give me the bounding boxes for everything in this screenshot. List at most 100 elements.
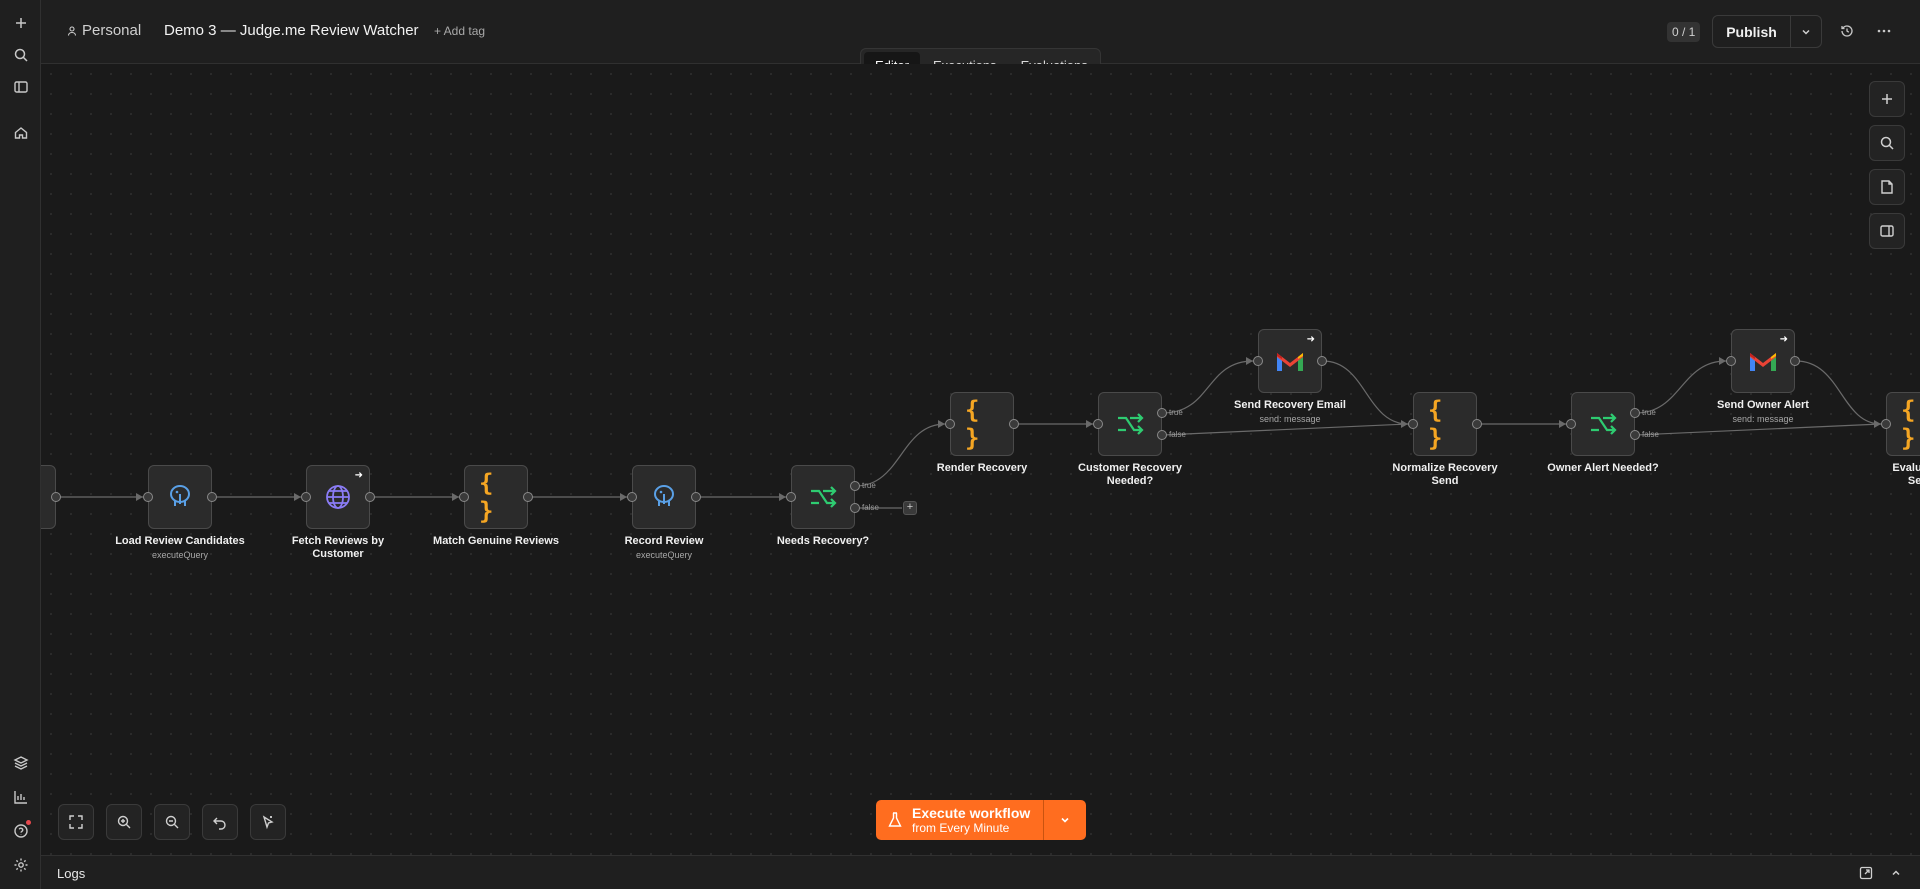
more-options-icon[interactable] — [1875, 22, 1893, 40]
output-port[interactable] — [1472, 419, 1482, 429]
branch-label-true: true — [1642, 408, 1656, 417]
node-send-owner-alert[interactable]: ➜ — [1726, 329, 1800, 393]
logs-panel-bar[interactable]: Logs — [41, 855, 1920, 889]
publish-button-group: Publish — [1712, 15, 1822, 48]
workflow-title[interactable]: Demo 3 — Judge.me Review Watcher — [164, 22, 419, 39]
templates-icon[interactable] — [8, 750, 33, 775]
chevron-up-icon[interactable] — [1890, 866, 1902, 884]
output-port-true[interactable] — [850, 481, 860, 491]
input-port[interactable] — [1566, 419, 1576, 429]
tidy-up-button[interactable] — [250, 804, 286, 840]
node-render-recovery[interactable]: { } — [945, 392, 1019, 456]
output-port[interactable] — [365, 492, 375, 502]
input-port[interactable] — [1253, 356, 1263, 366]
node-evaluate-label: Evaluate I Sen — [1848, 462, 1920, 488]
arrow-right-icon: ➜ — [354, 470, 363, 481]
output-port[interactable] — [51, 492, 61, 502]
node-customer-recovery-needed[interactable] — [1093, 392, 1167, 456]
node-needs-recovery[interactable] — [786, 465, 860, 529]
input-port[interactable] — [301, 492, 311, 502]
fit-view-button[interactable] — [58, 804, 94, 840]
insights-icon[interactable] — [8, 784, 33, 809]
output-port-false[interactable] — [850, 503, 860, 513]
home-icon[interactable] — [8, 120, 33, 145]
side-panel-button[interactable] — [1869, 213, 1905, 249]
node-record-review[interactable] — [627, 465, 701, 529]
search-icon — [1880, 136, 1894, 150]
help-icon[interactable] — [8, 818, 33, 843]
output-port-true[interactable] — [1157, 408, 1167, 418]
output-port-false[interactable] — [1157, 430, 1167, 440]
add-node-panel-button[interactable] — [1869, 81, 1905, 117]
input-port[interactable] — [459, 492, 469, 502]
workflow-canvas[interactable]: nfig Load Review Candidates executeQuery… — [41, 64, 1920, 855]
node-record-operation: executeQuery — [635, 550, 693, 560]
node-render-label: Render Recovery — [936, 462, 1028, 474]
version-counter: 0 / 1 — [1667, 22, 1701, 42]
settings-icon[interactable] — [8, 852, 33, 877]
input-port[interactable] — [786, 492, 796, 502]
input-port[interactable] — [627, 492, 637, 502]
node-customer-label: Customer Recovery Needed? — [1060, 462, 1200, 488]
edge-needs-render — [855, 423, 946, 487]
publish-button[interactable]: Publish — [1713, 16, 1791, 47]
output-port[interactable] — [207, 492, 217, 502]
node-normalize-recovery-send[interactable]: { } — [1408, 392, 1482, 456]
zoom-out-button[interactable] — [154, 804, 190, 840]
node-match-genuine-reviews[interactable]: { } — [459, 465, 533, 529]
postgres-icon — [163, 480, 197, 514]
output-port[interactable] — [691, 492, 701, 502]
execute-workflow-button[interactable]: Execute workflow from Every Minute — [876, 800, 1044, 840]
node-send-email-label: Send Recovery Email — [1234, 399, 1346, 411]
zoom-in-button[interactable] — [106, 804, 142, 840]
node-evaluate-label-line-1: Evaluate I — [1892, 462, 1920, 474]
add-tag-button[interactable]: + Add tag — [434, 24, 485, 38]
node-needs-label: Needs Recovery? — [776, 535, 870, 547]
node-fetch-label: Fetch Reviews by Customer — [268, 535, 408, 561]
logs-label: Logs — [57, 866, 86, 881]
output-port-true[interactable] — [1630, 408, 1640, 418]
output-port[interactable] — [523, 492, 533, 502]
node-fetch-reviews[interactable]: ➜ — [301, 465, 375, 529]
input-port[interactable] — [143, 492, 153, 502]
input-port[interactable] — [1093, 419, 1103, 429]
popout-icon[interactable] — [1859, 866, 1873, 885]
history-icon[interactable] — [1838, 22, 1856, 40]
user-icon — [67, 25, 77, 36]
node-send-owner-label: Send Owner Alert — [1717, 399, 1809, 411]
input-port[interactable] — [1726, 356, 1736, 366]
branch-label-false: false — [1169, 430, 1186, 439]
add-icon[interactable] — [8, 10, 33, 35]
project-breadcrumb[interactable]: Personal — [67, 22, 141, 39]
search-icon[interactable] — [8, 42, 33, 67]
panel-toggle-icon[interactable] — [8, 74, 33, 99]
node-customer-label-line-2: Needed? — [1106, 475, 1154, 487]
gmail-icon — [1746, 344, 1780, 378]
sticky-note-button[interactable] — [1869, 169, 1905, 205]
node-evaluate[interactable]: { } — [1881, 392, 1920, 456]
project-name: Personal — [82, 22, 142, 39]
output-port[interactable] — [1009, 419, 1019, 429]
chevron-down-icon[interactable] — [1791, 16, 1821, 47]
chevron-down-icon[interactable] — [1044, 800, 1086, 840]
input-port[interactable] — [1881, 419, 1891, 429]
search-nodes-button[interactable] — [1869, 125, 1905, 161]
node-record-label: Record Review — [624, 535, 704, 547]
arrow-right-icon: ➜ — [1779, 334, 1788, 345]
output-port-false[interactable] — [1630, 430, 1640, 440]
node-config[interactable] — [41, 465, 61, 529]
undo-button[interactable] — [202, 804, 238, 840]
left-sidebar — [0, 0, 41, 889]
input-port[interactable] — [1408, 419, 1418, 429]
input-port[interactable] — [945, 419, 955, 429]
edge-customer-normalize — [1162, 423, 1409, 436]
node-owner-alert-needed[interactable] — [1566, 392, 1640, 456]
output-port[interactable] — [1790, 356, 1800, 366]
code-braces-icon: { } — [479, 469, 494, 525]
output-port[interactable] — [1317, 356, 1327, 366]
node-send-recovery-email[interactable]: ➜ — [1253, 329, 1327, 393]
add-node-button[interactable]: + — [903, 501, 917, 515]
node-normalize-label-line-1: Normalize Recovery — [1392, 462, 1498, 474]
node-load-review-candidates[interactable] — [143, 465, 217, 529]
flask-icon — [888, 812, 902, 827]
